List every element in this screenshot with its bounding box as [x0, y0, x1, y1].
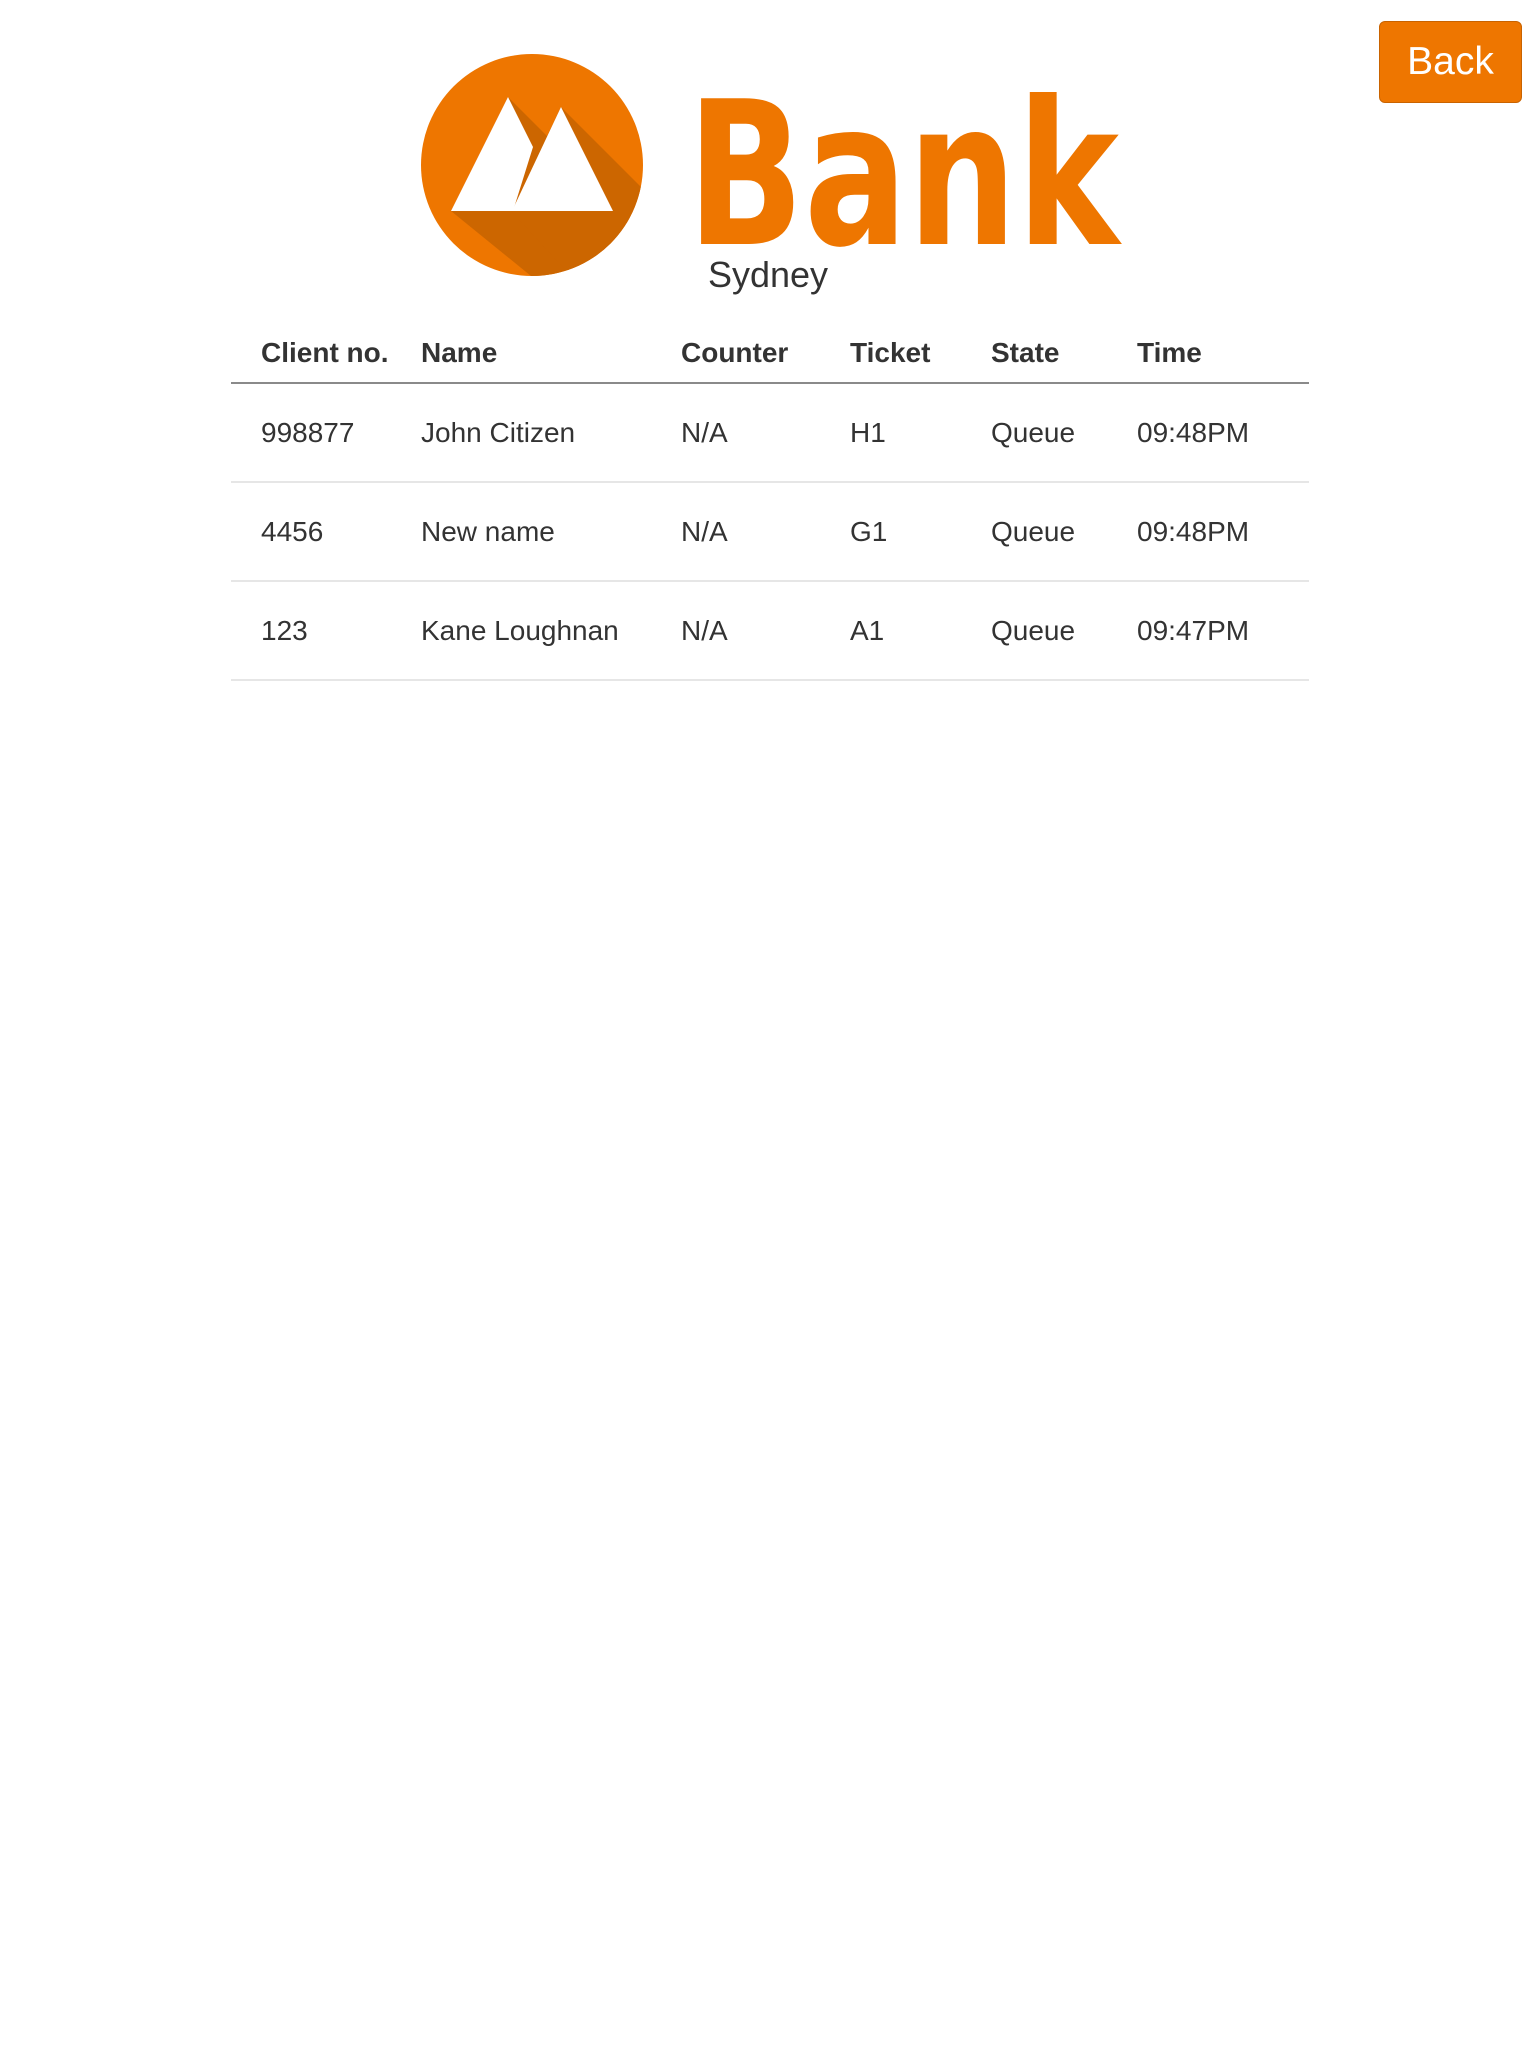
table-header-row: Client no. Name Counter Ticket State Tim… — [231, 337, 1309, 384]
branch-name: Sydney — [707, 254, 829, 295]
bank-wordmark: Bank — [687, 72, 1122, 262]
cell-ticket: A1 — [850, 581, 991, 681]
cell-state: Queue — [991, 383, 1137, 483]
cell-client-no: 4456 — [231, 482, 421, 582]
cell-name: New name — [421, 482, 681, 582]
cell-time: 09:48PM — [1137, 482, 1309, 582]
cell-time: 09:47PM — [1137, 581, 1309, 681]
column-header-client-no: Client no. — [231, 337, 421, 384]
cell-state: Queue — [991, 482, 1137, 582]
cell-ticket: G1 — [850, 482, 991, 582]
cell-ticket: H1 — [850, 383, 991, 483]
cell-name: Kane Loughnan — [421, 581, 681, 681]
bank-logo-text: Bank — [687, 72, 1122, 262]
cell-counter: N/A — [681, 383, 850, 483]
cell-client-no: 123 — [231, 581, 421, 681]
mountain-circle-icon — [421, 54, 643, 276]
back-button[interactable]: Back — [1379, 21, 1522, 103]
queue-table: Client no. Name Counter Ticket State Tim… — [231, 337, 1309, 681]
cell-counter: N/A — [681, 581, 850, 681]
column-header-name: Name — [421, 337, 681, 384]
column-header-ticket: Ticket — [850, 337, 991, 384]
cell-counter: N/A — [681, 482, 850, 582]
table-row: 123 Kane Loughnan N/A A1 Queue 09:47PM — [231, 581, 1309, 681]
bank-logo: Bank — [421, 54, 1122, 276]
cell-state: Queue — [991, 581, 1137, 681]
column-header-counter: Counter — [681, 337, 850, 384]
table-row: 4456 New name N/A G1 Queue 09:48PM — [231, 482, 1309, 582]
cell-time: 09:48PM — [1137, 383, 1309, 483]
column-header-time: Time — [1137, 337, 1309, 384]
cell-name: John Citizen — [421, 383, 681, 483]
table-row: 998877 John Citizen N/A H1 Queue 09:48PM — [231, 383, 1309, 483]
column-header-state: State — [991, 337, 1137, 384]
cell-client-no: 998877 — [231, 383, 421, 483]
